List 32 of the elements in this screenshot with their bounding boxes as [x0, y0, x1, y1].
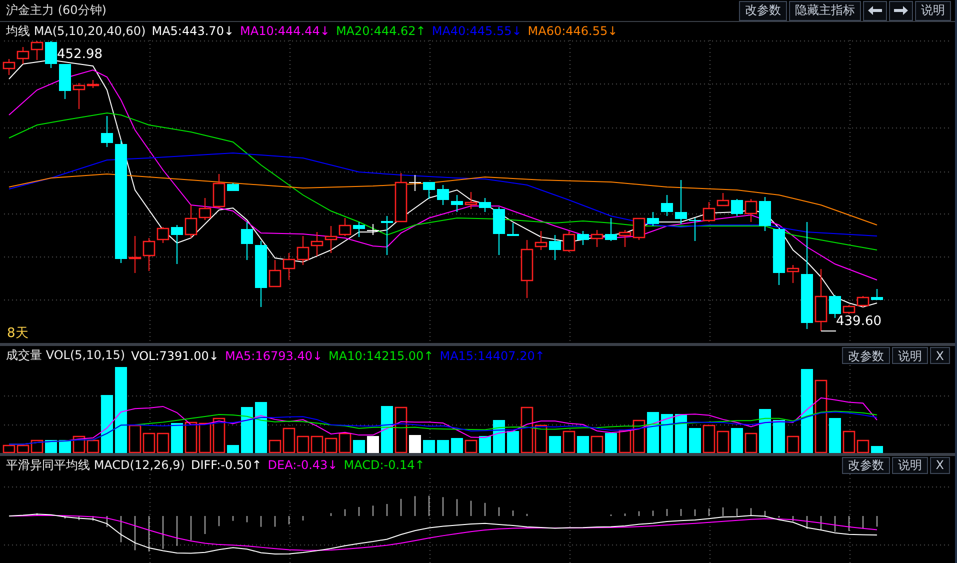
panel-button[interactable]: X — [930, 456, 950, 474]
indicator-reading: DEA:-0.43↓ — [268, 458, 338, 472]
indicator-name: 平滑异同平均线 MACD(12,26,9) — [6, 456, 185, 474]
low-price-label: 439.60 — [836, 314, 882, 329]
indicator-reading: MA15:14407.20↑ — [440, 348, 545, 362]
indicator-reading: MA5:443.70↓ — [152, 24, 234, 38]
indicator-reading: MA10:14215.00↑ — [328, 348, 434, 362]
period-label: 8天 — [7, 325, 28, 342]
indicator-reading: MA60:446.55↓ — [528, 24, 618, 38]
indicator-reading: MA20:444.62↑ — [336, 24, 426, 38]
toolbar-button[interactable]: 隐藏主指标 — [789, 0, 861, 20]
panel-button[interactable]: X — [930, 347, 950, 364]
panel-button[interactable]: 改参数 — [842, 456, 890, 474]
indicator-reading: MA40:445.55↓ — [432, 24, 522, 38]
scroll-left-button[interactable] — [863, 0, 887, 20]
panel-button[interactable]: 说明 — [892, 456, 928, 474]
left-arrow-icon — [868, 6, 882, 15]
indicator-name: 成交量 VOL(5,10,15) — [6, 347, 126, 364]
right-arrow-icon — [894, 6, 908, 15]
indicator-reading: MACD:-0.14↑ — [344, 458, 425, 472]
chart-title: 沪金主力 (60分钟) — [6, 2, 106, 19]
indicator-name: 均线 MA(5,10,20,40,60) — [6, 22, 146, 40]
indicator-reading: MA10:444.44↓ — [240, 24, 330, 38]
scroll-right-button[interactable] — [889, 0, 913, 20]
toolbar-button[interactable]: 改参数 — [739, 0, 787, 20]
toolbar-button[interactable]: 说明 — [915, 0, 951, 20]
indicator-reading: DIFF:-0.50↑ — [190, 458, 262, 472]
panel-button[interactable]: 说明 — [892, 347, 928, 364]
high-price-label: 452.98 — [57, 47, 102, 62]
indicator-reading: MA5:16793.40↓ — [224, 348, 323, 362]
panel-button[interactable]: 改参数 — [842, 347, 890, 364]
indicator-reading: VOL:7391.00↓ — [131, 348, 219, 362]
